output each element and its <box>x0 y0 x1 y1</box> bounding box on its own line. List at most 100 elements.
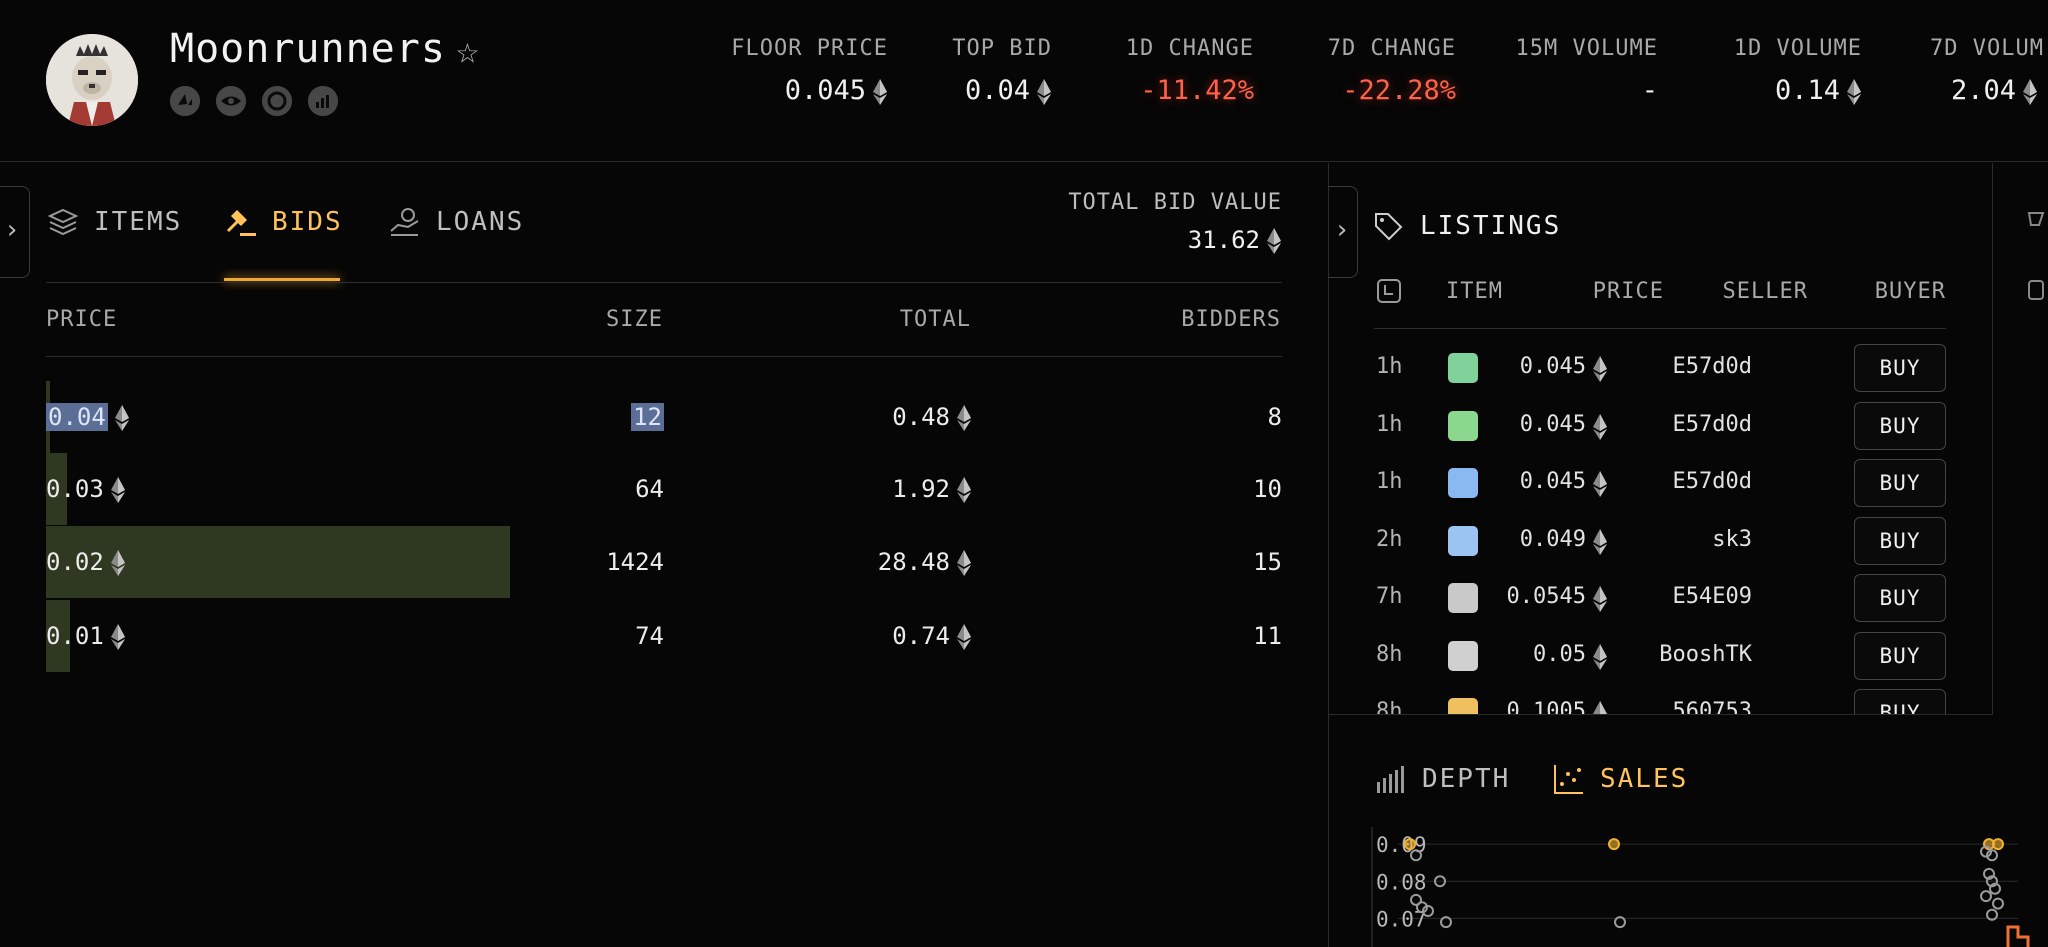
eth-icon <box>1036 78 1052 106</box>
sale-point <box>1992 838 2004 851</box>
listing-age: 1h <box>1376 469 1403 494</box>
col-seller[interactable]: SELLER <box>1723 279 1808 304</box>
tab-sales[interactable]: SALES <box>1552 762 1688 796</box>
sales-scatter-chart[interactable]: 0.090.080.07 <box>1328 815 2048 947</box>
nft-thumbnail[interactable] <box>1448 410 1478 441</box>
nft-thumbnail[interactable] <box>1448 640 1478 671</box>
tab-depth[interactable]: DEPTH <box>1374 762 1510 796</box>
tab-items[interactable]: ITEMS <box>46 205 182 239</box>
table-row[interactable]: 0.02 1424 28.48 15 <box>0 526 1328 598</box>
collection-avatar[interactable] <box>46 34 138 126</box>
eth-icon <box>110 549 126 577</box>
table-row[interactable]: 0.01 74 0.74 11 <box>0 600 1328 672</box>
bid-total: 28.48 <box>878 548 972 577</box>
listing-row[interactable]: 2h 0.049 sk3 BUY <box>1328 513 1992 571</box>
buy-button[interactable]: BUY <box>1854 344 1946 392</box>
bid-price: 0.04 <box>46 403 130 432</box>
buy-button[interactable]: BUY <box>1854 459 1946 507</box>
col-buyer[interactable]: BUYER <box>1875 279 1946 304</box>
listing-row[interactable]: 7h 0.0545 E54E09 BUY <box>1328 570 1992 628</box>
listing-price: 0.05 <box>1533 642 1608 670</box>
nft-thumbnail[interactable] <box>1448 583 1478 613</box>
eth-icon <box>1266 227 1282 255</box>
sale-point <box>1608 838 1620 851</box>
eth-icon <box>110 476 126 504</box>
eth-icon <box>1592 470 1608 497</box>
nft-thumbnail[interactable] <box>1448 525 1478 556</box>
hand-coin-icon <box>390 208 419 236</box>
listing-row[interactable]: 1h 0.045 E57d0d BUY <box>1328 398 1992 456</box>
nft-thumbnail[interactable] <box>1448 698 1478 714</box>
listing-seller: E57d0d <box>1672 411 1752 437</box>
buy-button[interactable]: BUY <box>1854 689 1946 714</box>
gavel-icon <box>226 209 256 236</box>
listing-seller: BooshTK <box>1659 641 1752 667</box>
total-bid-value: 31.62 <box>1000 226 1282 255</box>
stat-7d-change: 7D CHANGE -22.28% <box>1327 36 1456 106</box>
sale-point <box>1404 838 1416 851</box>
eth-icon <box>1592 528 1608 555</box>
y-tick-label: 0.08 <box>1376 870 1427 894</box>
col-size[interactable]: SIZE <box>606 307 663 332</box>
collection-name: Moonrunners <box>170 26 446 72</box>
col-bidders[interactable]: BIDDERS <box>1181 307 1281 332</box>
col-item[interactable]: ITEM <box>1446 279 1503 304</box>
col-total[interactable]: TOTAL <box>900 307 971 332</box>
listing-row[interactable]: 8h 0.1005 560753 BUY <box>1328 685 1992 714</box>
y-tick-label: 0.09 <box>1376 833 1427 857</box>
col-price[interactable]: PRICE <box>46 307 117 332</box>
listing-age: 1h <box>1376 411 1403 437</box>
bid-size: 12 <box>631 403 664 431</box>
opensea-icon[interactable] <box>170 86 200 116</box>
nft-thumbnail[interactable] <box>1448 468 1478 498</box>
listing-row[interactable]: 8h 0.05 BooshTK BUY <box>1328 628 1992 686</box>
tab-bids[interactable]: BIDS <box>224 205 343 239</box>
star-icon[interactable]: ☆ <box>456 28 479 72</box>
expand-left-handle[interactable]: › <box>0 186 30 278</box>
listing-row[interactable]: 1h 0.045 E57d0d BUY <box>1328 340 1992 398</box>
bid-total: 1.92 <box>892 475 972 504</box>
stat-1d-change: 1D CHANGE -11.42% <box>1125 36 1254 106</box>
stat-top-bid: TOP BID 0.04 <box>952 36 1052 106</box>
collapse-panel-handle[interactable]: › <box>1328 186 1358 278</box>
marketplace-icon[interactable] <box>262 86 292 116</box>
bid-price: 0.03 <box>46 475 126 504</box>
col-listing-price[interactable]: PRICE <box>1593 279 1664 304</box>
listings-list[interactable]: 1h 0.045 E57d0d BUY 1h 0.045 E57d0d BUY 1h 0.045 E… <box>1328 340 1992 714</box>
eth-icon <box>1592 355 1608 382</box>
listing-price: 0.049 <box>1520 527 1608 555</box>
chevron-right-icon: › <box>4 215 20 245</box>
buy-button[interactable]: BUY <box>1854 574 1946 622</box>
listings-title: LISTINGS <box>1372 210 1561 242</box>
clock-icon[interactable] <box>1376 278 1402 310</box>
listing-age: 8h <box>1376 641 1403 667</box>
table-row[interactable]: 0.04 12 0.48 8 <box>0 381 1328 453</box>
stat-floor-price: FLOOR PRICE 0.045 <box>731 36 888 106</box>
listing-age: 2h <box>1376 526 1403 552</box>
collapsed-panel[interactable] <box>1992 163 2048 715</box>
looksrare-icon[interactable] <box>216 86 246 116</box>
divider <box>1374 328 1946 329</box>
listing-price: 0.045 <box>1520 412 1608 440</box>
sale-point <box>1992 897 2004 910</box>
total-bid-value-label: TOTAL BID VALUE <box>1068 190 1282 215</box>
bid-price: 0.01 <box>46 622 126 651</box>
buy-button[interactable]: BUY <box>1854 516 1946 565</box>
listing-price: 0.1005 <box>1507 699 1608 714</box>
analytics-icon[interactable] <box>308 86 338 116</box>
listing-row[interactable]: 1h 0.045 E57d0d BUY <box>1328 455 1992 513</box>
listing-age: 8h <box>1376 699 1403 714</box>
listing-seller: 560753 <box>1672 699 1752 714</box>
eth-icon <box>956 404 972 432</box>
buy-button[interactable]: BUY <box>1854 631 1946 680</box>
table-row[interactable]: 0.03 64 1.92 10 <box>0 453 1328 525</box>
nft-thumbnail[interactable] <box>1448 353 1478 383</box>
eth-icon <box>1592 413 1608 440</box>
listing-price: 0.045 <box>1520 469 1608 497</box>
tab-loans[interactable]: LOANS <box>388 205 524 239</box>
stat-7d-volume: 7D VOLUM 2.04 <box>1930 36 2044 106</box>
listing-price: 0.0545 <box>1507 584 1608 612</box>
eth-icon <box>1592 700 1608 714</box>
buy-button[interactable]: BUY <box>1854 401 1946 450</box>
bid-size: 74 <box>635 622 664 650</box>
